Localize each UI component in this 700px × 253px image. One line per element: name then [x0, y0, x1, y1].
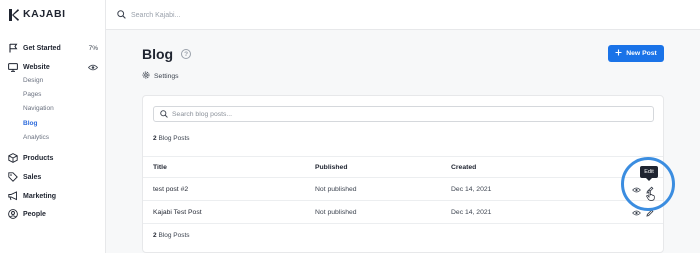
- sidebar-item-label: Products: [23, 154, 54, 162]
- sidebar-item-label: Get Started: [23, 44, 61, 52]
- new-post-button[interactable]: New Post: [608, 45, 664, 62]
- sidebar-item-label: Marketing: [23, 192, 57, 200]
- gear-icon: [142, 71, 150, 81]
- post-count-label: Blog Posts: [158, 135, 190, 142]
- monitor-icon: [8, 62, 18, 72]
- sidebar-subitem-blog[interactable]: Blog: [23, 120, 37, 127]
- settings-link[interactable]: Settings: [142, 71, 179, 81]
- column-published[interactable]: Published: [315, 164, 347, 171]
- sidebar-item-people[interactable]: People: [8, 207, 98, 221]
- post-published-status: Not published: [315, 186, 357, 193]
- sidebar-item-label: Website: [23, 63, 50, 71]
- box-icon: [8, 153, 18, 163]
- post-count-footer: 2 Blog Posts: [153, 232, 190, 239]
- brand-name: KAJABI: [23, 8, 66, 20]
- new-post-label: New Post: [626, 50, 657, 57]
- megaphone-icon: [8, 191, 18, 201]
- person-icon: [8, 209, 18, 219]
- global-search[interactable]: Search Kajabi...: [117, 10, 180, 21]
- tag-icon: [8, 172, 18, 182]
- blog-search-input[interactable]: [172, 110, 642, 118]
- plus-icon: [615, 49, 622, 58]
- sidebar-item-products[interactable]: Products: [8, 151, 98, 165]
- column-created[interactable]: Created: [451, 164, 476, 171]
- kajabi-logo-icon: [9, 8, 19, 21]
- post-count-label: Blog Posts: [158, 232, 190, 239]
- sidebar-subitem-analytics[interactable]: Analytics: [23, 134, 49, 141]
- page-title-row: Blog ?: [142, 46, 192, 62]
- post-count-number: 2: [153, 135, 157, 142]
- sidebar: KAJABI Get Started 7% Website Design Pag…: [0, 0, 106, 253]
- sidebar-item-label: Sales: [23, 173, 42, 181]
- page-title: Blog: [142, 46, 174, 62]
- post-created-date: Dec 14, 2021: [451, 209, 492, 216]
- sidebar-item-website[interactable]: Website: [8, 60, 98, 74]
- sidebar-subitem-pages[interactable]: Pages: [23, 91, 41, 98]
- hand-cursor-icon: [646, 188, 655, 206]
- sidebar-item-marketing[interactable]: Marketing: [8, 189, 98, 203]
- table-header: Title Published Created: [143, 156, 663, 178]
- post-title[interactable]: Kajabi Test Post: [153, 209, 202, 216]
- blog-posts-card: 2 Blog Posts Title Published Created tes…: [142, 95, 664, 253]
- post-title[interactable]: test post #2: [153, 186, 188, 193]
- help-icon[interactable]: ?: [181, 49, 192, 59]
- kajabi-logo[interactable]: KAJABI: [9, 8, 66, 21]
- table-row[interactable]: test post #2 Not published Dec 14, 2021: [143, 178, 663, 201]
- sidebar-item-label: People: [23, 210, 46, 218]
- post-count-number: 2: [153, 232, 157, 239]
- settings-label: Settings: [154, 72, 179, 80]
- sidebar-item-sales[interactable]: Sales: [8, 170, 98, 184]
- column-title[interactable]: Title: [153, 164, 167, 171]
- search-icon: [160, 105, 168, 123]
- post-created-date: Dec 14, 2021: [451, 186, 492, 193]
- search-icon: [117, 10, 126, 21]
- sidebar-subitem-navigation[interactable]: Navigation: [23, 105, 54, 112]
- flag-icon: [8, 43, 18, 53]
- sidebar-subitem-design[interactable]: Design: [23, 77, 43, 84]
- top-bar: Search Kajabi...: [106, 0, 700, 30]
- eye-icon[interactable]: [88, 64, 98, 71]
- blog-search: [153, 106, 654, 122]
- post-published-status: Not published: [315, 209, 357, 216]
- edit-tooltip: Edit: [640, 166, 658, 181]
- post-count: 2 Blog Posts: [153, 135, 190, 142]
- table-row[interactable]: Kajabi Test Post Not published Dec 14, 2…: [143, 201, 663, 224]
- global-search-input[interactable]: Search Kajabi...: [131, 12, 180, 19]
- sidebar-item-get-started[interactable]: Get Started 7%: [8, 41, 98, 55]
- progress-percent: 7%: [88, 44, 98, 52]
